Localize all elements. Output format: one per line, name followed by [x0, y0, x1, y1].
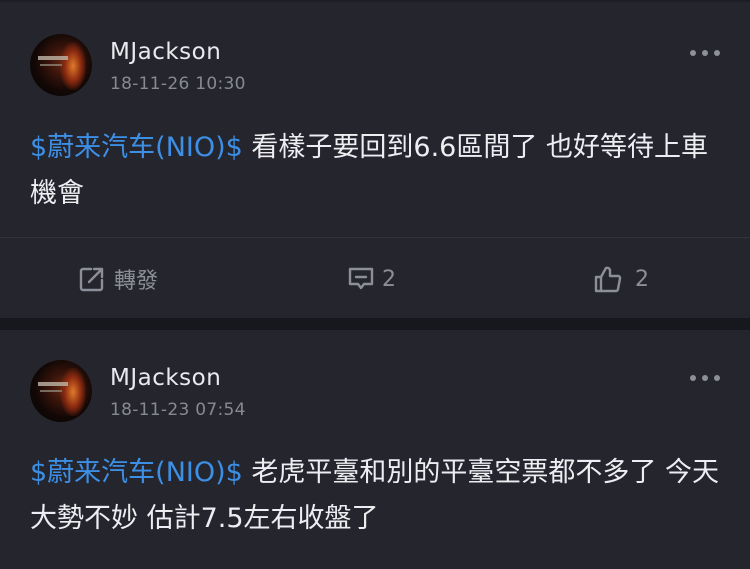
divider [0, 237, 750, 238]
avatar-image [60, 42, 86, 90]
post-card[interactable]: MJackson 18-11-23 07:54 $蔚来汽车(NIO)$ 老虎平臺… [0, 330, 750, 569]
feed: MJackson 18-11-26 10:30 $蔚来汽车(NIO)$ 看樣子要… [0, 0, 750, 569]
stock-tag-link[interactable]: $蔚来汽车(NIO)$ [30, 132, 243, 163]
more-dots-icon [690, 50, 696, 56]
more-options-button[interactable] [690, 373, 720, 383]
comment-button[interactable]: 2 [346, 249, 396, 309]
username[interactable]: MJackson [110, 39, 221, 65]
action-bar: 轉發 2 2 [0, 249, 750, 309]
avatar[interactable] [30, 360, 92, 422]
avatar[interactable] [30, 34, 92, 96]
avatar-image [60, 368, 86, 416]
more-options-button[interactable] [690, 48, 720, 58]
comment-count: 2 [382, 266, 396, 292]
top-separator [0, 0, 750, 2]
stock-tag-link[interactable]: $蔚来汽车(NIO)$ [30, 457, 243, 488]
repost-label: 轉發 [114, 269, 159, 294]
username[interactable]: MJackson [110, 365, 221, 391]
like-button[interactable]: 2 [593, 249, 649, 309]
post-content: $蔚来汽车(NIO)$ 老虎平臺和別的平臺空票都不多了 今天大勢不妙 估計7.5… [30, 450, 730, 542]
post-timestamp: 18-11-23 07:54 [110, 400, 246, 420]
post-timestamp: 18-11-26 10:30 [110, 74, 246, 94]
post-content: $蔚来汽车(NIO)$ 看樣子要回到6.6區間了 也好等待上車機會 [30, 125, 730, 217]
repost-button[interactable]: 轉發 [78, 249, 158, 309]
comment-icon [348, 267, 374, 290]
post-gap [0, 318, 750, 330]
like-count: 2 [635, 266, 649, 292]
more-dots-icon [690, 375, 696, 381]
thumbs-up-icon [594, 266, 622, 293]
repost-icon [79, 267, 104, 292]
post-card[interactable]: MJackson 18-11-26 10:30 $蔚来汽车(NIO)$ 看樣子要… [0, 0, 750, 318]
